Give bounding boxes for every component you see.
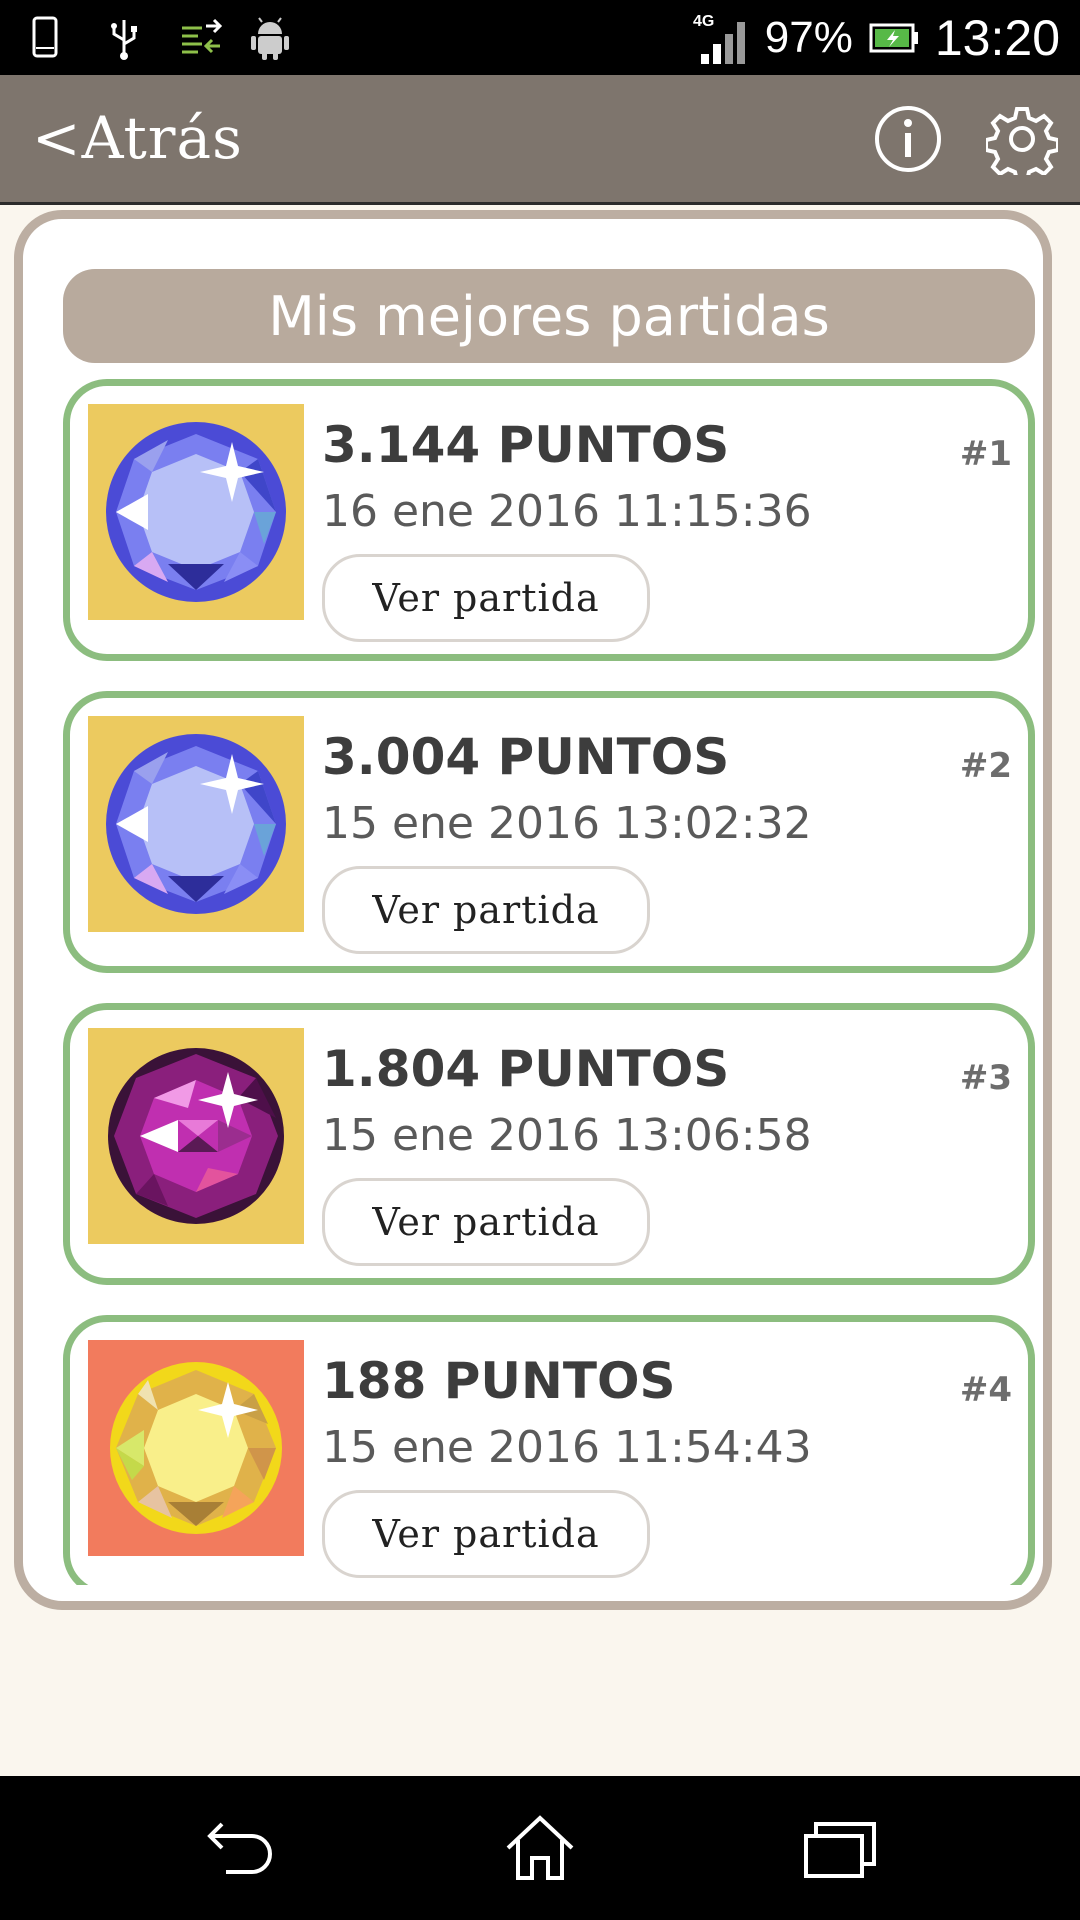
home-icon[interactable] — [500, 1812, 580, 1884]
best-games-panel: Mis mejores partidas 3.144 PUNTOS #1 16 … — [14, 210, 1052, 1610]
blue-gem-icon — [88, 404, 304, 620]
gem-tile — [88, 404, 304, 620]
game-card: 1.804 PUNTOS #3 15 ene 2016 13:06:58 Ver… — [63, 1003, 1035, 1285]
date-label: 15 ene 2016 11:54:43 — [322, 1422, 812, 1473]
yellow-gem-icon — [88, 1340, 304, 1556]
gear-icon[interactable] — [986, 103, 1058, 175]
score-label: 188 PUNTOS — [322, 1352, 676, 1410]
score-label: 3.144 PUNTOS — [322, 416, 730, 474]
date-label: 15 ene 2016 13:06:58 — [322, 1110, 812, 1161]
score-label: 3.004 PUNTOS — [322, 728, 730, 786]
rank-label: #1 — [959, 434, 1012, 474]
app-bar: <Atrás — [0, 75, 1080, 205]
gem-tile — [88, 1028, 304, 1244]
info-icon[interactable] — [872, 103, 944, 175]
view-game-button[interactable]: Ver partida — [322, 554, 650, 642]
purple-gem-icon — [88, 1028, 304, 1244]
battery-percent: 97% — [764, 12, 853, 62]
recent-apps-icon[interactable] — [800, 1812, 880, 1884]
view-game-button[interactable]: Ver partida — [322, 866, 650, 954]
clock: 13:20 — [934, 9, 1060, 66]
date-label: 16 ene 2016 11:15:36 — [322, 486, 812, 537]
game-card: 3.144 PUNTOS #1 16 ene 2016 11:15:36 Ver… — [63, 379, 1035, 661]
view-game-button[interactable]: Ver partida — [322, 1490, 650, 1578]
android-icon — [251, 17, 289, 60]
date-label: 15 ene 2016 13:02:32 — [322, 798, 812, 849]
gem-tile — [88, 716, 304, 932]
gem-tile — [88, 1340, 304, 1556]
rank-label: #4 — [959, 1370, 1012, 1410]
status-bar: 4G 97% 13:20 — [0, 0, 1080, 75]
signal-icon: 4G — [693, 13, 745, 64]
navigation-bar — [0, 1776, 1080, 1920]
battery-icon — [869, 23, 918, 52]
game-card: 188 PUNTOS #4 15 ene 2016 11:54:43 Ver p… — [63, 1315, 1035, 1585]
blue-gem-icon — [88, 716, 304, 932]
network-label: 4G — [693, 13, 714, 30]
score-label: 1.804 PUNTOS — [322, 1040, 730, 1098]
phone-outline-icon — [32, 16, 58, 58]
back-button[interactable]: <Atrás — [32, 103, 243, 173]
back-icon[interactable] — [200, 1812, 280, 1884]
rank-label: #2 — [959, 746, 1012, 786]
games-list[interactable]: 3.144 PUNTOS #1 16 ene 2016 11:15:36 Ver… — [63, 379, 1035, 1585]
data-transfer-icon — [182, 18, 223, 54]
usb-icon — [111, 20, 137, 60]
panel-title: Mis mejores partidas — [63, 269, 1035, 363]
game-card: 3.004 PUNTOS #2 15 ene 2016 13:02:32 Ver… — [63, 691, 1035, 973]
view-game-button[interactable]: Ver partida — [322, 1178, 650, 1266]
rank-label: #3 — [959, 1058, 1012, 1098]
